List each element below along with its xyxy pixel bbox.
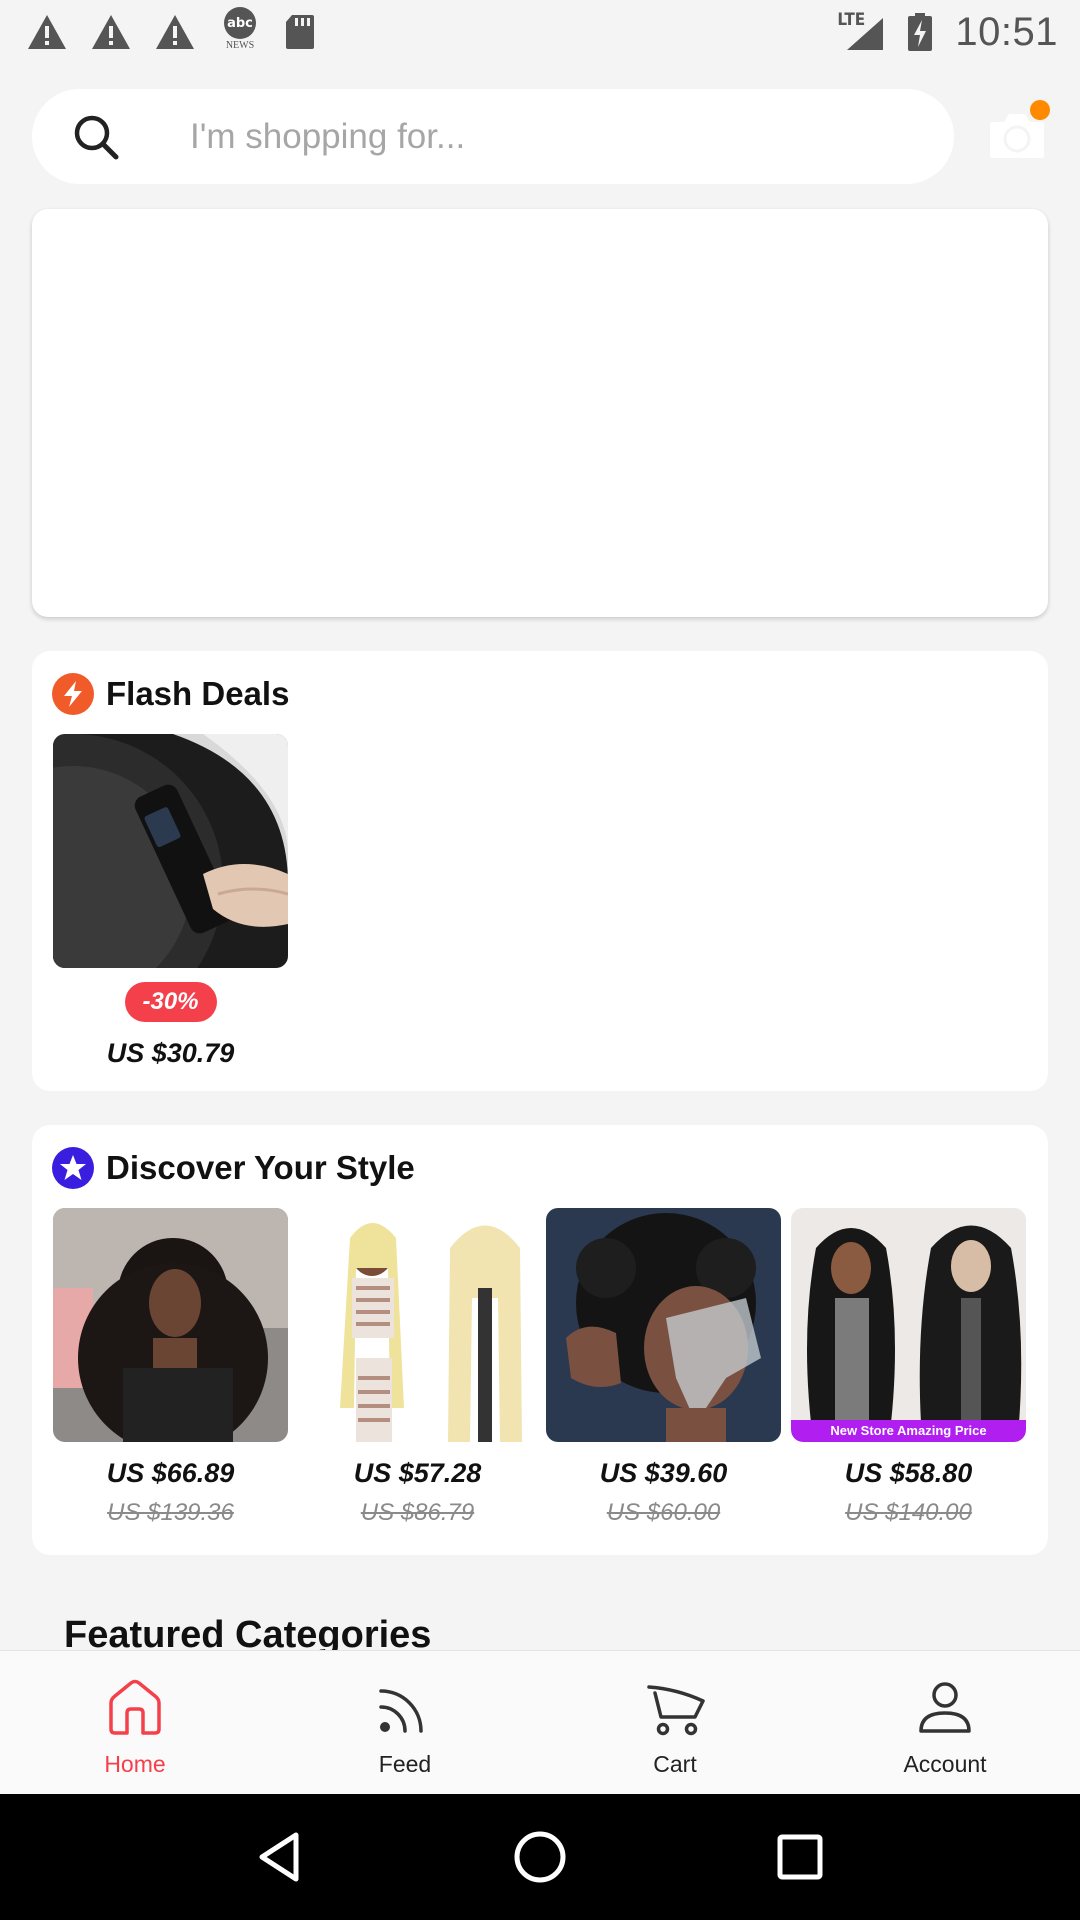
home-circle-icon[interactable] <box>512 1829 568 1885</box>
product-image <box>53 1208 288 1442</box>
back-icon[interactable] <box>252 1829 308 1885</box>
product-price: US $30.79 <box>106 1038 235 1068</box>
nav-home-label: Home <box>104 1751 166 1777</box>
product-image <box>300 1208 535 1442</box>
nav-feed[interactable]: Feed <box>270 1651 540 1794</box>
flash-deal-item[interactable]: -30% US $30.79 <box>53 734 288 1069</box>
notification-icons: abc NEWS <box>26 7 316 57</box>
original-price: US $60.00 <box>606 1499 721 1526</box>
warning-icon <box>92 15 130 49</box>
nav-cart-label: Cart <box>653 1751 697 1777</box>
store-promo-ribbon: New Store Amazing Price <box>791 1420 1026 1442</box>
nav-account[interactable]: Account <box>810 1651 1080 1794</box>
original-price: US $139.36 <box>107 1499 234 1526</box>
status-bar: abc NEWS LTE 10:51 <box>0 0 1080 64</box>
lightning-icon <box>52 673 94 715</box>
style-item[interactable]: US $66.89 US $139.36 <box>53 1208 288 1527</box>
style-item[interactable]: US $57.28 US $86.79 <box>300 1208 535 1527</box>
discount-badge: -30% <box>124 982 217 1022</box>
discover-style-header[interactable]: Discover Your Style <box>52 1147 415 1189</box>
original-price: US $140.00 <box>845 1499 972 1526</box>
nav-cart[interactable]: Cart <box>540 1651 810 1794</box>
notification-dot <box>1030 100 1050 120</box>
flash-deals-section: Flash Deals -30% US $30.79 <box>32 651 1048 1091</box>
abc-news-caption: NEWS <box>225 40 255 51</box>
product-price: US $66.89 <box>106 1458 235 1488</box>
clock: 10:51 <box>955 9 1058 54</box>
product-image <box>53 734 288 968</box>
product-image <box>546 1208 781 1442</box>
recents-icon[interactable] <box>772 1829 828 1885</box>
system-status: LTE 10:51 <box>837 10 1058 55</box>
flash-deals-title: Flash Deals <box>106 675 290 712</box>
abc-news-logo: abc <box>224 7 256 39</box>
style-item[interactable]: US $39.60 US $60.00 <box>546 1208 781 1527</box>
warning-icon <box>156 15 194 49</box>
original-price: US $86.79 <box>360 1499 475 1526</box>
discover-style-title: Discover Your Style <box>106 1149 415 1186</box>
star-badge-icon <box>52 1147 94 1189</box>
style-item[interactable]: New Store Amazing Price US $58.80 US $14… <box>791 1208 1026 1527</box>
account-icon <box>919 1682 971 1733</box>
search-icon <box>74 115 119 160</box>
battery-charging-icon <box>908 13 933 51</box>
cart-icon <box>647 1685 705 1736</box>
search-input[interactable]: I'm shopping for... <box>190 117 465 157</box>
system-navigation-bar <box>0 1794 1080 1920</box>
product-price: US $57.28 <box>353 1458 482 1488</box>
product-price: US $58.80 <box>844 1458 973 1488</box>
home-icon <box>109 1679 161 1735</box>
camera-search-button[interactable] <box>988 100 1050 162</box>
search-bar[interactable]: I'm shopping for... <box>32 89 954 184</box>
nav-home[interactable]: Home <box>0 1651 270 1794</box>
warning-icon <box>28 15 66 49</box>
bottom-navigation: Home Feed Cart Account <box>0 1650 1080 1794</box>
product-image: New Store Amazing Price <box>791 1208 1026 1442</box>
nav-feed-label: Feed <box>378 1751 432 1777</box>
abc-news-icon: abc NEWS <box>218 7 262 57</box>
flash-deals-header[interactable]: Flash Deals <box>52 673 289 715</box>
sd-card-icon <box>286 15 314 49</box>
feed-icon <box>379 1689 423 1733</box>
signal-icon: LTE <box>837 10 885 52</box>
nav-account-label: Account <box>903 1751 987 1777</box>
product-price: US $39.60 <box>599 1458 728 1488</box>
promo-banner[interactable] <box>32 209 1048 617</box>
discover-style-section: Discover Your Style US $66.89 US $139.36 <box>32 1125 1048 1555</box>
